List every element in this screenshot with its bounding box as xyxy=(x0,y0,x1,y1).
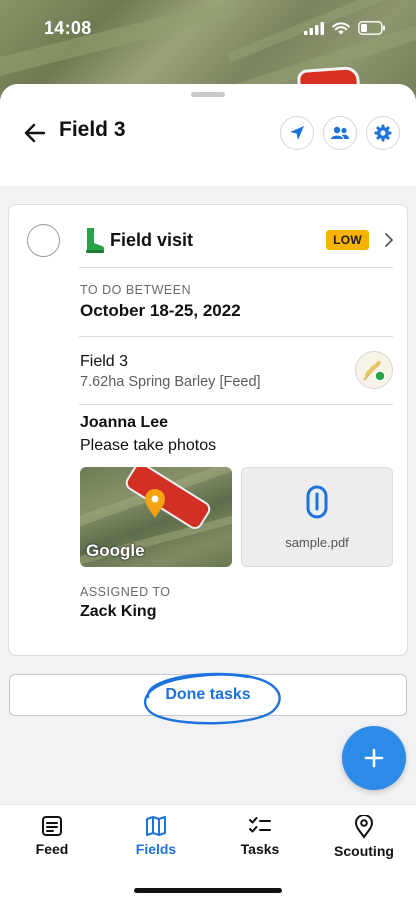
people-icon xyxy=(331,126,349,139)
navigate-button[interactable] xyxy=(280,116,314,150)
chevron-right-icon xyxy=(385,233,393,247)
nav-label-tasks: Tasks xyxy=(240,841,280,857)
gear-icon xyxy=(374,124,392,142)
nav-label-feed: Feed xyxy=(35,841,69,857)
priority-badge: LOW xyxy=(326,230,369,250)
nav-fields[interactable]: Fields xyxy=(104,815,208,857)
task-card: Field visit LOW TO DO BETWEEN October 18… xyxy=(8,204,408,656)
divider xyxy=(79,267,393,268)
add-task-button[interactable] xyxy=(342,726,406,790)
map-pin-icon xyxy=(145,489,165,518)
nav-scouting[interactable]: Scouting xyxy=(312,815,416,859)
divider xyxy=(79,404,393,405)
date-range: October 18-25, 2022 xyxy=(80,301,241,320)
task-complete-checkbox[interactable] xyxy=(27,224,60,257)
done-tasks-button[interactable]: Done tasks xyxy=(9,672,407,725)
divider xyxy=(79,336,393,337)
task-title: Field visit xyxy=(110,229,194,250)
settings-button[interactable] xyxy=(366,116,400,150)
field-meta: 7.62ha Spring Barley [Feed] xyxy=(80,374,261,390)
attachment-thumbnail[interactable]: sample.pdf xyxy=(241,467,393,567)
battery-icon xyxy=(358,21,385,35)
signal-icon xyxy=(304,21,324,35)
map-icon xyxy=(146,816,166,836)
nav-label-scouting: Scouting xyxy=(334,843,394,859)
boot-icon xyxy=(86,228,105,253)
location-pin-icon xyxy=(354,815,374,839)
google-attribution: Google xyxy=(86,541,145,560)
note-text: Please take photos xyxy=(80,437,217,454)
crop-icon xyxy=(355,351,393,389)
task-header[interactable]: Field visit LOW xyxy=(81,223,395,257)
note-author: Joanna Lee xyxy=(80,414,169,431)
nav-feed[interactable]: Feed xyxy=(0,815,104,857)
paperclip-icon xyxy=(306,485,328,518)
page-title: Field 3 xyxy=(59,118,126,141)
nav-label-fields: Fields xyxy=(135,841,177,857)
barley-icon xyxy=(363,360,386,382)
assignee-name: Zack King xyxy=(80,603,157,620)
task-sheet: Field 3 Field visit LOW TO DO BETWEEN Oc… xyxy=(0,84,416,804)
checklist-icon xyxy=(249,817,271,833)
sheet-grabber[interactable] xyxy=(191,92,225,97)
navigate-icon xyxy=(290,126,304,140)
home-indicator[interactable] xyxy=(134,888,282,893)
assigned-label: ASSIGNED TO xyxy=(80,585,171,599)
people-button[interactable] xyxy=(323,116,357,150)
field-name[interactable]: Field 3 xyxy=(80,353,128,371)
status-bar: 14:08 xyxy=(0,0,416,56)
date-label: TO DO BETWEEN xyxy=(80,283,192,297)
wifi-icon xyxy=(332,21,350,34)
map-thumbnail[interactable]: Google xyxy=(80,467,232,567)
plus-icon xyxy=(364,748,384,768)
nav-tasks[interactable]: Tasks xyxy=(208,815,312,857)
done-tasks-label: Done tasks xyxy=(165,686,251,703)
sheet-header: Field 3 xyxy=(0,84,416,186)
back-button[interactable] xyxy=(22,120,48,146)
back-arrow-icon xyxy=(24,123,46,143)
feed-icon xyxy=(42,816,62,836)
bottom-navigation: Feed Fields Tasks Scouting xyxy=(0,804,416,900)
attachment-name: sample.pdf xyxy=(285,534,349,550)
status-time: 14:08 xyxy=(44,17,92,38)
